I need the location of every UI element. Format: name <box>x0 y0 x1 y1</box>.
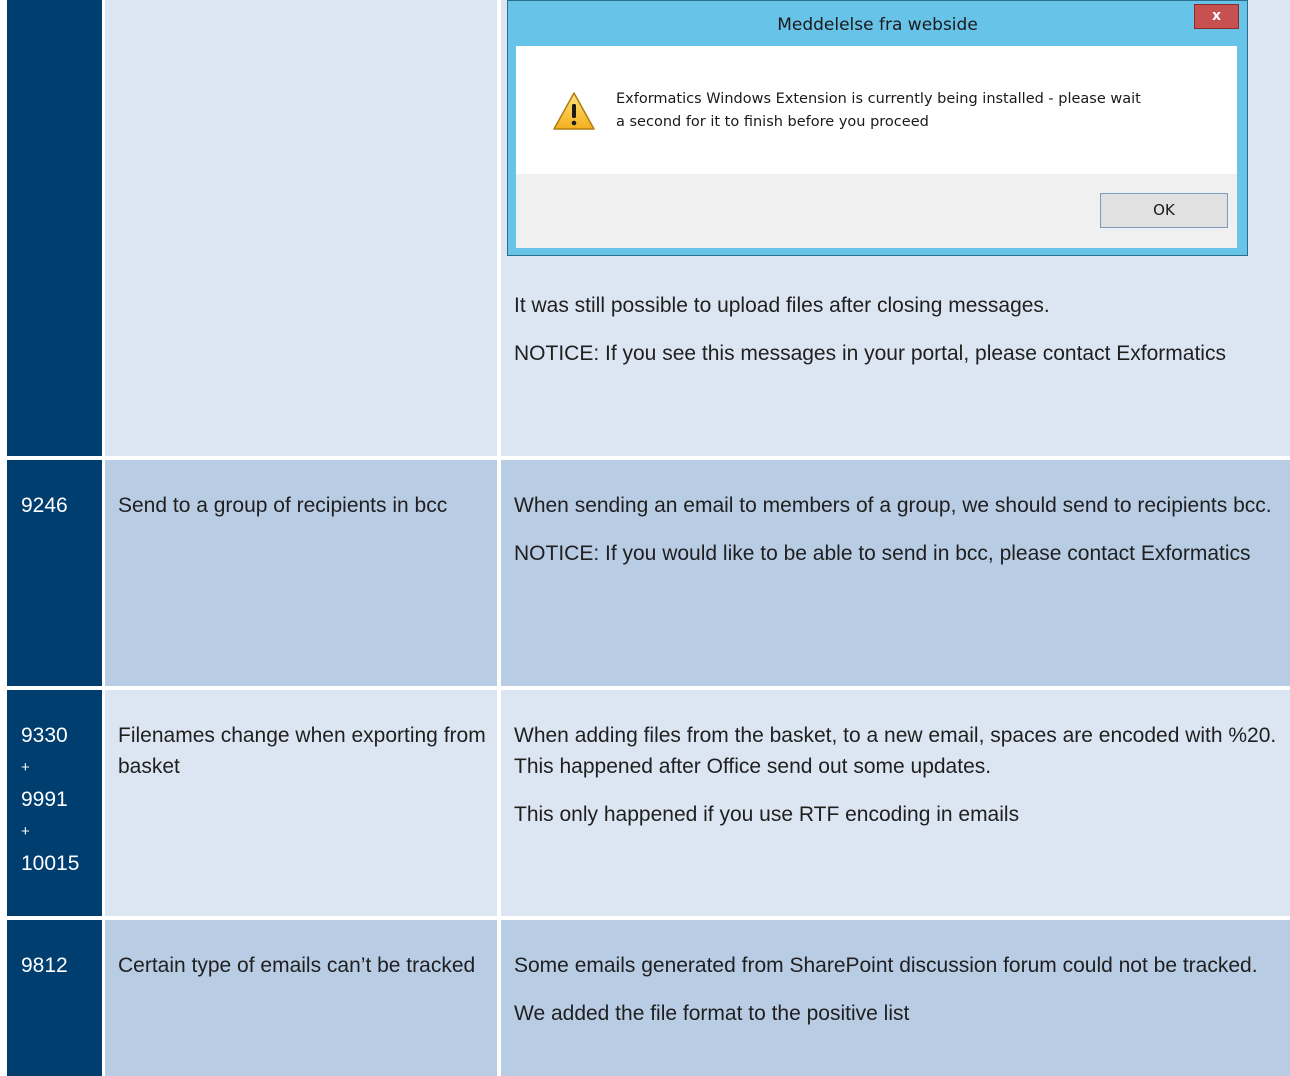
description-cell: When adding files from the basket, to a … <box>501 690 1290 916</box>
id-part: 9991 <box>21 788 68 811</box>
description-paragraph: This only happened if you use RTF encodi… <box>514 803 1020 826</box>
description-paragraph: NOTICE: If you see this messages in your… <box>514 342 1226 365</box>
table-row: 9246 Send to a group of recipients in bc… <box>7 460 1290 686</box>
description-paragraph: When sending an email to members of a gr… <box>514 494 1272 517</box>
id-part: 10015 <box>21 852 80 875</box>
title-cell: Send to a group of recipients in bcc <box>105 460 497 686</box>
description-paragraph: When adding files from the basket, to a … <box>514 724 1277 778</box>
id-separator: + <box>21 759 30 776</box>
id-part: 9330 <box>21 724 68 747</box>
id-separator: + <box>21 823 30 840</box>
description-cell: When sending an email to members of a gr… <box>501 460 1290 686</box>
title-cell: Certain type of emails can’t be tracked <box>105 920 497 1076</box>
title-cell <box>105 0 497 456</box>
title-cell: Filenames change when exporting from bas… <box>105 690 497 916</box>
id-cell: 9812 <box>7 920 102 1076</box>
id-cell <box>7 0 102 456</box>
dialog-title: Meddelelse fra webside <box>777 15 978 35</box>
description-paragraph: NOTICE: If you would like to be able to … <box>514 542 1251 565</box>
message-dialog: Meddelelse fra webside x Exformatics Win… <box>507 0 1248 256</box>
id-cell: 9330 + 9991 + 10015 <box>7 690 102 916</box>
table-row: 9330 + 9991 + 10015 Filenames change whe… <box>7 690 1290 916</box>
dialog-footer: OK <box>516 174 1237 248</box>
ok-button[interactable]: OK <box>1100 193 1228 228</box>
dialog-message-line: Exformatics Windows Extension is current… <box>616 91 1141 107</box>
dialog-message-line: a second for it to finish before you pro… <box>616 114 929 130</box>
description-paragraph: Some emails generated from SharePoint di… <box>514 954 1258 977</box>
dialog-body: Exformatics Windows Extension is current… <box>516 46 1237 174</box>
description-paragraph: It was still possible to upload files af… <box>514 294 1050 317</box>
close-button[interactable]: x <box>1194 4 1239 29</box>
table-row: 9812 Certain type of emails can’t be tra… <box>7 920 1290 1076</box>
description-cell: Some emails generated from SharePoint di… <box>501 920 1290 1076</box>
description-paragraph: We added the file format to the positive… <box>514 1002 910 1025</box>
warning-icon <box>553 92 595 130</box>
dialog-message: Exformatics Windows Extension is current… <box>616 88 1216 134</box>
id-cell: 9246 <box>7 460 102 686</box>
